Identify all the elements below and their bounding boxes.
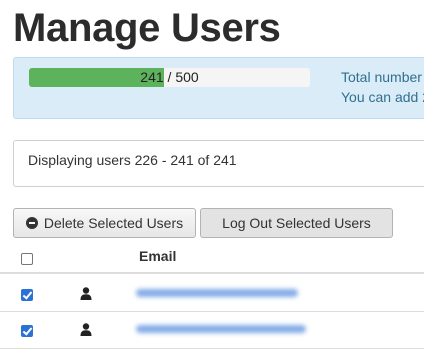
users-max-count: 500: [175, 69, 199, 85]
users-used-count: 241: [140, 69, 164, 85]
user-email-redacted[interactable]: [136, 325, 306, 333]
user-icon: [80, 323, 92, 336]
logout-selected-users-button[interactable]: Log Out Selected Users: [200, 208, 393, 238]
row-select-checkbox[interactable]: [21, 325, 33, 337]
user-quota-progress-label: 241 / 500: [29, 68, 310, 87]
user-email-redacted[interactable]: [136, 289, 298, 297]
delete-selected-users-button[interactable]: Delete Selected Users: [13, 208, 196, 238]
user-icon: [80, 287, 92, 300]
quota-info-total: Total number: [341, 69, 422, 85]
logout-selected-users-label: Log Out Selected Users: [222, 215, 371, 231]
row-select-checkbox[interactable]: [21, 289, 33, 301]
listing-status-panel: Displaying users 226 - 241 of 241: [13, 140, 424, 187]
table-row: [0, 312, 424, 349]
quota-info-remaining: You can add 2: [341, 89, 424, 105]
quota-separator: /: [163, 69, 176, 85]
minus-circle-icon: [25, 217, 38, 229]
column-header-email[interactable]: Email: [139, 248, 176, 264]
page-title: Manage Users: [13, 6, 281, 50]
user-quota-progress-bar: 241 / 500: [29, 68, 310, 87]
delete-selected-users-label: Delete Selected Users: [43, 215, 184, 231]
table-row: [0, 275, 424, 312]
user-quota-panel: 241 / 500 Total number You can add 2: [13, 57, 424, 119]
users-table-header: Email: [0, 240, 424, 274]
select-all-checkbox[interactable]: [21, 253, 33, 265]
listing-range-text: Displaying users 226 - 241 of 241: [28, 152, 237, 168]
